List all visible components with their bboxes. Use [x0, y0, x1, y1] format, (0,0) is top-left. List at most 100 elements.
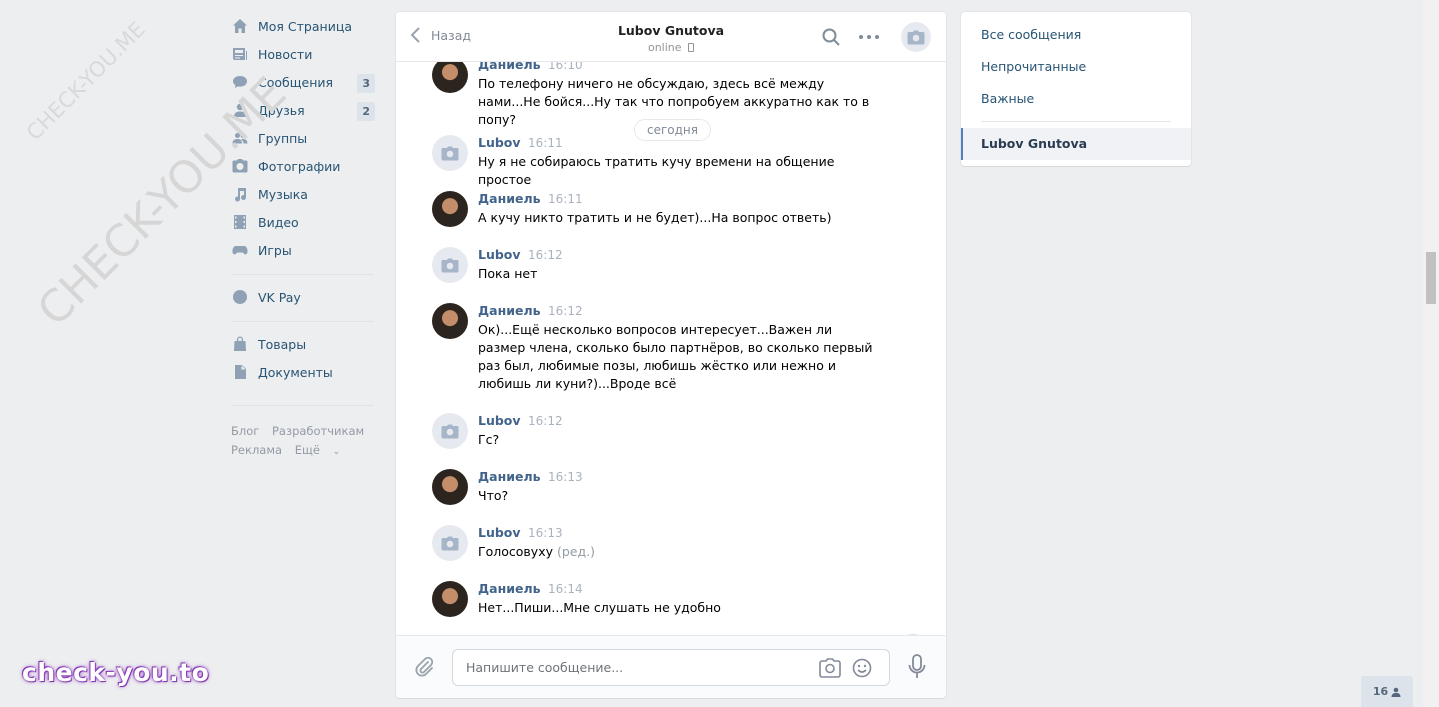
emoji-button[interactable] [852, 658, 872, 681]
message-time[interactable]: 16:13 [528, 526, 563, 540]
peer-status-text: online [647, 41, 682, 54]
messages-count-badge: 3 [357, 74, 375, 93]
footer-links: Блог Разработчикам [231, 424, 373, 438]
date-divider: сегодня [634, 119, 711, 141]
message-author[interactable]: Lubov [478, 247, 521, 262]
goods-icon [227, 336, 253, 352]
chevron-down-icon: ⌄ [332, 447, 341, 457]
sender-avatar[interactable] [432, 303, 468, 339]
message-time[interactable]: 16:13 [548, 470, 583, 484]
nav-news[interactable]: Новости [225, 40, 380, 68]
search-button[interactable] [818, 24, 844, 50]
footer-ads-link[interactable]: Реклама [231, 443, 282, 457]
camera-icon [441, 536, 459, 550]
nav-music[interactable]: Музыка [225, 180, 380, 208]
message-text: Ну я не собираюсь тратить кучу времени н… [478, 153, 878, 189]
active-conversation-item[interactable]: Lubov Gnutova [961, 128, 1191, 160]
attach-photo-button[interactable] [819, 658, 841, 681]
footer-links: Реклама Ещё ⌄ [231, 443, 358, 457]
message-text: Ок)...Ещё несколько вопросов интересует.… [478, 321, 878, 393]
message-time[interactable]: 16:12 [548, 304, 583, 318]
message-text: Что? [478, 487, 878, 505]
filter-important[interactable]: Важные [981, 91, 1034, 106]
message-history: сегодня Даниель 16:10 По телефону ничего н… [396, 62, 946, 635]
message-author[interactable]: Даниель [478, 581, 541, 596]
nav-label: Друзья [258, 102, 305, 118]
nav-games[interactable]: Игры [225, 236, 380, 264]
nav-messages[interactable]: Сообщения 3 [225, 68, 380, 96]
sender-avatar[interactable] [432, 191, 468, 227]
nav-goods[interactable]: Товары [225, 330, 380, 358]
message-text-content: Ок)...Ещё несколько вопросов интересует.… [478, 322, 873, 391]
filter-all-messages[interactable]: Все сообщения [981, 27, 1081, 42]
message-author[interactable]: Lubov [478, 413, 521, 428]
message-text-content: Что? [478, 488, 509, 503]
message-composer: Напишите сообщение... [396, 635, 946, 698]
nav-my-page[interactable]: Моя Страница [225, 12, 380, 40]
message-input[interactable]: Напишите сообщение... [452, 649, 890, 686]
documents-icon [227, 364, 253, 380]
nav-label: VK Pay [258, 289, 301, 305]
sender-avatar[interactable] [432, 135, 468, 171]
footer-more-link[interactable]: Ещё ⌄ [295, 443, 349, 457]
attach-button[interactable] [414, 656, 436, 681]
nav-vkpay[interactable]: VK Pay [225, 283, 380, 311]
messages-filter-panel: Все сообщения Непрочитанные Важные Lubov… [961, 12, 1191, 166]
message-time[interactable]: 16:11 [528, 136, 563, 150]
filter-unread[interactable]: Непрочитанные [981, 59, 1086, 74]
home-icon [227, 18, 253, 34]
message-time[interactable]: 16:12 [528, 248, 563, 262]
nav-documents[interactable]: Документы [225, 358, 380, 386]
footer-more-label: Ещё [294, 443, 320, 457]
games-icon [227, 242, 253, 258]
footer-blog-link[interactable]: Блог [231, 424, 259, 438]
footer-developers-link[interactable]: Разработчикам [272, 424, 364, 438]
message-time[interactable]: 16:11 [548, 192, 583, 206]
message-text-content: А кучу никто тратить и не будет)...На во… [478, 210, 832, 225]
sender-avatar[interactable] [432, 247, 468, 283]
smile-icon [852, 658, 872, 678]
nav-video[interactable]: Видео [225, 208, 380, 236]
sender-avatar[interactable] [432, 62, 468, 93]
camera-icon [819, 658, 841, 678]
nav-label: Документы [258, 364, 333, 380]
chat-header: Назад Lubov Gnutova online [396, 12, 946, 62]
message-time[interactable]: 16:14 [548, 582, 583, 596]
nav-groups[interactable]: Группы [225, 124, 380, 152]
sender-avatar[interactable] [432, 525, 468, 561]
camera-icon [441, 424, 459, 438]
page-scrollbar[interactable] [1423, 0, 1439, 707]
page-scrollbar-thumb[interactable] [1426, 252, 1436, 304]
camera-icon [907, 30, 925, 44]
nav-label: Фотографии [258, 158, 341, 174]
message-author[interactable]: Даниель [478, 303, 541, 318]
message-text: Гс? [478, 431, 878, 449]
nav-label: Группы [258, 130, 308, 146]
message-text-content: Гс? [478, 432, 500, 447]
microphone-icon [908, 654, 926, 678]
message-text: А кучу никто тратить и не будет)...На во… [478, 209, 878, 227]
search-icon [822, 28, 840, 46]
message-author[interactable]: Даниель [478, 469, 541, 484]
nav-photos[interactable]: Фотографии [225, 152, 380, 180]
message-author[interactable]: Lubov [478, 525, 521, 540]
message-author[interactable]: Даниель [478, 191, 541, 206]
message-time[interactable]: 16:10 [548, 62, 583, 72]
more-dots-icon [859, 35, 879, 39]
sender-avatar[interactable] [432, 469, 468, 505]
message-text: Голосовуху (ред.) [478, 543, 878, 561]
voice-message-button[interactable] [908, 654, 926, 683]
nav-friends[interactable]: Друзья 2 [225, 96, 380, 124]
sender-avatar[interactable] [432, 581, 468, 617]
message-time[interactable]: 16:12 [528, 414, 563, 428]
nav-label: Сообщения [258, 74, 334, 90]
music-icon [227, 186, 253, 202]
message-author[interactable]: Lubov [478, 135, 521, 150]
more-actions-button[interactable] [856, 24, 882, 50]
online-friends-counter[interactable]: 16 [1361, 676, 1413, 707]
message-author[interactable]: Даниель [478, 62, 541, 72]
friends-count-badge: 2 [357, 102, 375, 121]
paperclip-icon [415, 656, 434, 677]
peer-avatar[interactable] [901, 22, 931, 52]
sender-avatar[interactable] [432, 413, 468, 449]
